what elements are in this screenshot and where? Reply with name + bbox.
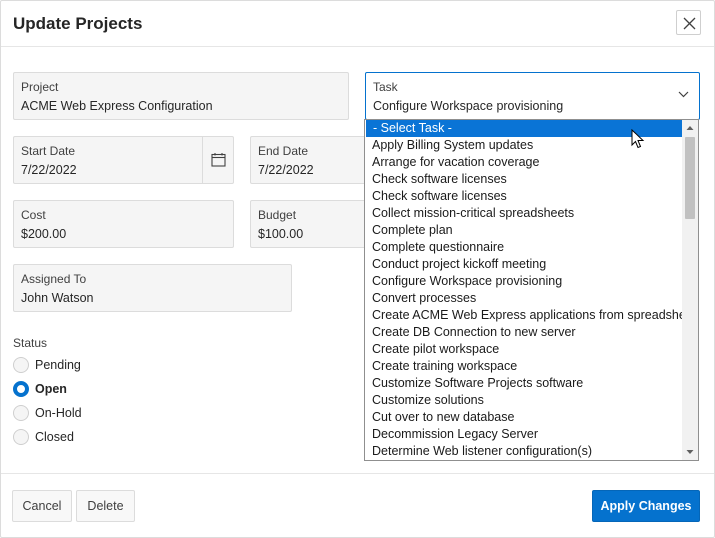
task-option[interactable]: Check software licenses bbox=[365, 171, 682, 188]
scroll-up-arrow-icon[interactable] bbox=[682, 120, 698, 136]
task-option[interactable]: Collect mission-critical spreadsheets bbox=[365, 205, 682, 222]
status-radio-pending[interactable]: Pending bbox=[13, 357, 133, 375]
task-dropdown-list[interactable]: Determine Web listener configuration(s) D… bbox=[364, 119, 699, 461]
task-value: Configure Workspace provisioning bbox=[373, 99, 564, 113]
close-button[interactable] bbox=[676, 10, 701, 35]
radio-label: Pending bbox=[35, 358, 81, 372]
mouse-cursor-icon bbox=[631, 129, 645, 149]
radio-circle bbox=[13, 381, 29, 397]
cost-field[interactable]: Cost $200.00 bbox=[13, 200, 234, 248]
radio-circle bbox=[13, 405, 29, 421]
task-select[interactable]: Task Configure Workspace provisioning bbox=[365, 72, 700, 120]
project-field[interactable]: Project ACME Web Express Configuration bbox=[13, 72, 349, 120]
project-value: ACME Web Express Configuration bbox=[21, 99, 213, 113]
cancel-button[interactable]: Cancel bbox=[12, 490, 72, 522]
delete-button[interactable]: Delete bbox=[76, 490, 135, 522]
task-option[interactable]: Create pilot workspace bbox=[365, 341, 682, 358]
budget-value: $100.00 bbox=[258, 227, 304, 241]
radio-label: Closed bbox=[35, 430, 74, 444]
task-option[interactable]: Customize solutions bbox=[365, 392, 682, 409]
dialog-footer: Cancel Delete Apply Changes bbox=[1, 473, 714, 537]
task-option[interactable]: Cut over to new database bbox=[365, 409, 682, 426]
task-option[interactable]: Complete plan bbox=[365, 222, 682, 239]
task-option[interactable]: Create DB Connection to new server bbox=[365, 324, 682, 341]
assigned-to-value: John Watson bbox=[21, 291, 94, 305]
assigned-to-label: Assigned To bbox=[21, 272, 87, 286]
radio-circle bbox=[13, 357, 29, 373]
task-option[interactable]: Conduct project kickoff meeting bbox=[365, 256, 682, 273]
end-date-field[interactable]: End Date 7/22/2022 bbox=[250, 136, 370, 184]
task-option[interactable]: Decommission Legacy Server bbox=[365, 426, 682, 443]
scrollbar[interactable] bbox=[682, 120, 698, 460]
budget-field[interactable]: Budget $100.00 bbox=[250, 200, 370, 248]
task-option[interactable]: Convert processes bbox=[365, 290, 682, 307]
start-date-value: 7/22/2022 bbox=[21, 163, 77, 177]
task-option[interactable]: Configure Workspace provisioning bbox=[365, 273, 682, 290]
task-option[interactable]: Check software licenses bbox=[365, 188, 682, 205]
radio-label: On-Hold bbox=[35, 406, 82, 420]
project-label: Project bbox=[21, 80, 59, 94]
status-radio-on-hold[interactable]: On-Hold bbox=[13, 405, 133, 423]
task-option[interactable]: Arrange for vacation coverage bbox=[365, 154, 682, 171]
start-date-field[interactable]: Start Date 7/22/2022 bbox=[13, 136, 234, 184]
end-date-value: 7/22/2022 bbox=[258, 163, 314, 177]
scroll-down-arrow-icon[interactable] bbox=[682, 444, 698, 460]
task-option[interactable]: Complete questionnaire bbox=[365, 239, 682, 256]
dialog-header: Update Projects bbox=[1, 1, 714, 47]
apply-changes-button[interactable]: Apply Changes bbox=[592, 490, 700, 522]
task-option[interactable]: Customize Software Projects software bbox=[365, 375, 682, 392]
chevron-down-icon bbox=[678, 91, 689, 98]
budget-label: Budget bbox=[258, 208, 297, 222]
cost-label: Cost bbox=[21, 208, 46, 222]
status-label: Status bbox=[13, 336, 48, 350]
radio-circle bbox=[13, 429, 29, 445]
assigned-to-field[interactable]: Assigned To John Watson bbox=[13, 264, 292, 312]
status-radio-open[interactable]: Open bbox=[13, 381, 133, 399]
task-option[interactable]: Create ACME Web Express applications fro… bbox=[365, 307, 698, 324]
radio-label: Open bbox=[35, 382, 67, 396]
calendar-icon bbox=[211, 153, 226, 167]
status-radio-closed[interactable]: Closed bbox=[13, 429, 133, 447]
task-option[interactable]: Create training workspace bbox=[365, 358, 682, 375]
close-icon bbox=[683, 17, 696, 30]
task-label: Task bbox=[373, 80, 398, 94]
end-date-label: End Date bbox=[258, 144, 309, 158]
scrollbar-thumb[interactable] bbox=[685, 137, 695, 219]
start-date-label: Start Date bbox=[21, 144, 76, 158]
calendar-button[interactable] bbox=[202, 137, 233, 183]
cost-value: $200.00 bbox=[21, 227, 67, 241]
dialog-title: Update Projects bbox=[13, 14, 143, 33]
task-option[interactable]: Determine Web listener configuration(s) bbox=[365, 443, 682, 460]
